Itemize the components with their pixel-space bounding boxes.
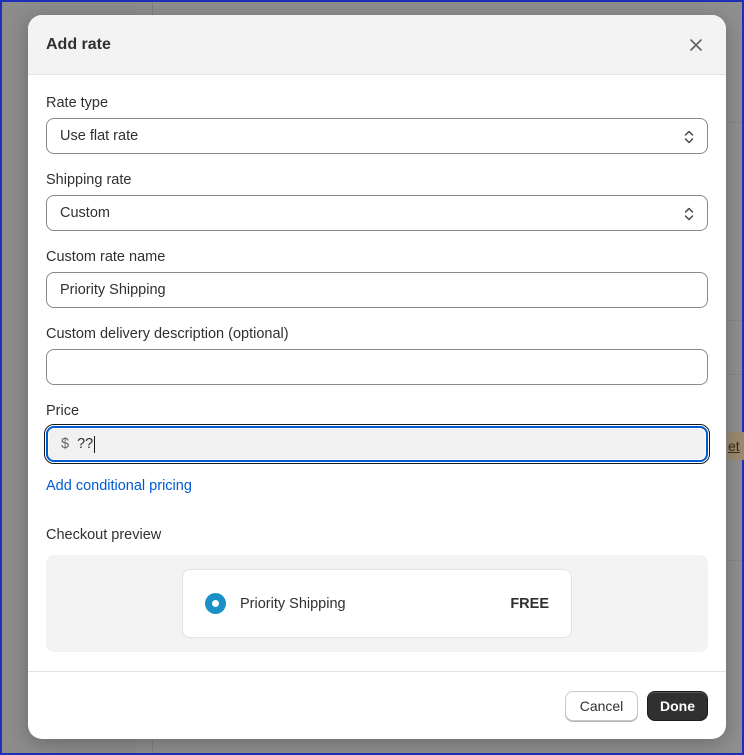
shipping-rate-select[interactable]: Custom <box>46 195 708 231</box>
shipping-rate-field: Shipping rate Custom <box>46 172 708 231</box>
checkout-preview-box: Priority Shipping FREE <box>46 555 708 652</box>
price-label: Price <box>46 403 80 419</box>
delivery-description-input[interactable] <box>46 349 708 385</box>
text-caret <box>94 435 96 453</box>
modal-header: Add rate <box>28 15 726 75</box>
price-value: ?? <box>77 436 94 452</box>
add-conditional-pricing-link[interactable]: Add conditional pricing <box>46 478 192 494</box>
custom-rate-name-input[interactable]: Priority Shipping <box>46 272 708 308</box>
background-link-peek: et <box>728 432 744 460</box>
select-chevron-icon <box>684 130 694 144</box>
rate-type-value: Use flat rate <box>60 128 139 144</box>
price-input[interactable]: $ ?? <box>44 424 710 464</box>
close-icon[interactable] <box>684 33 708 57</box>
custom-rate-name-field: Custom rate name Priority Shipping <box>46 249 708 308</box>
rate-type-field: Rate type Use flat rate <box>46 95 708 154</box>
radio-selected-icon <box>205 593 226 614</box>
price-field: Price $ ?? <box>44 403 710 464</box>
modal-footer: Cancel Done <box>28 671 726 739</box>
delivery-description-label: Custom delivery description (optional) <box>46 326 289 342</box>
modal-title: Add rate <box>46 35 111 53</box>
add-rate-modal: Add rate Rate type Use flat rate Shippin… <box>28 15 726 739</box>
shipping-rate-value: Custom <box>60 205 110 221</box>
shipping-option-price: FREE <box>510 595 549 612</box>
cancel-button[interactable]: Cancel <box>565 690 638 721</box>
shipping-option-name: Priority Shipping <box>240 595 346 612</box>
currency-prefix: $ <box>61 436 70 452</box>
custom-rate-name-label: Custom rate name <box>46 249 166 265</box>
shipping-rate-label: Shipping rate <box>46 172 132 188</box>
shipping-option-card: Priority Shipping FREE <box>182 569 572 638</box>
checkout-preview-label: Checkout preview <box>46 527 162 543</box>
rate-type-label: Rate type <box>46 95 109 111</box>
select-chevron-icon <box>684 207 694 221</box>
delivery-description-field: Custom delivery description (optional) <box>46 326 708 385</box>
custom-rate-name-value: Priority Shipping <box>60 282 166 298</box>
rate-type-select[interactable]: Use flat rate <box>46 118 708 154</box>
modal-body: Rate type Use flat rate Shipping rate Cu… <box>28 75 726 652</box>
done-button[interactable]: Done <box>647 690 708 721</box>
